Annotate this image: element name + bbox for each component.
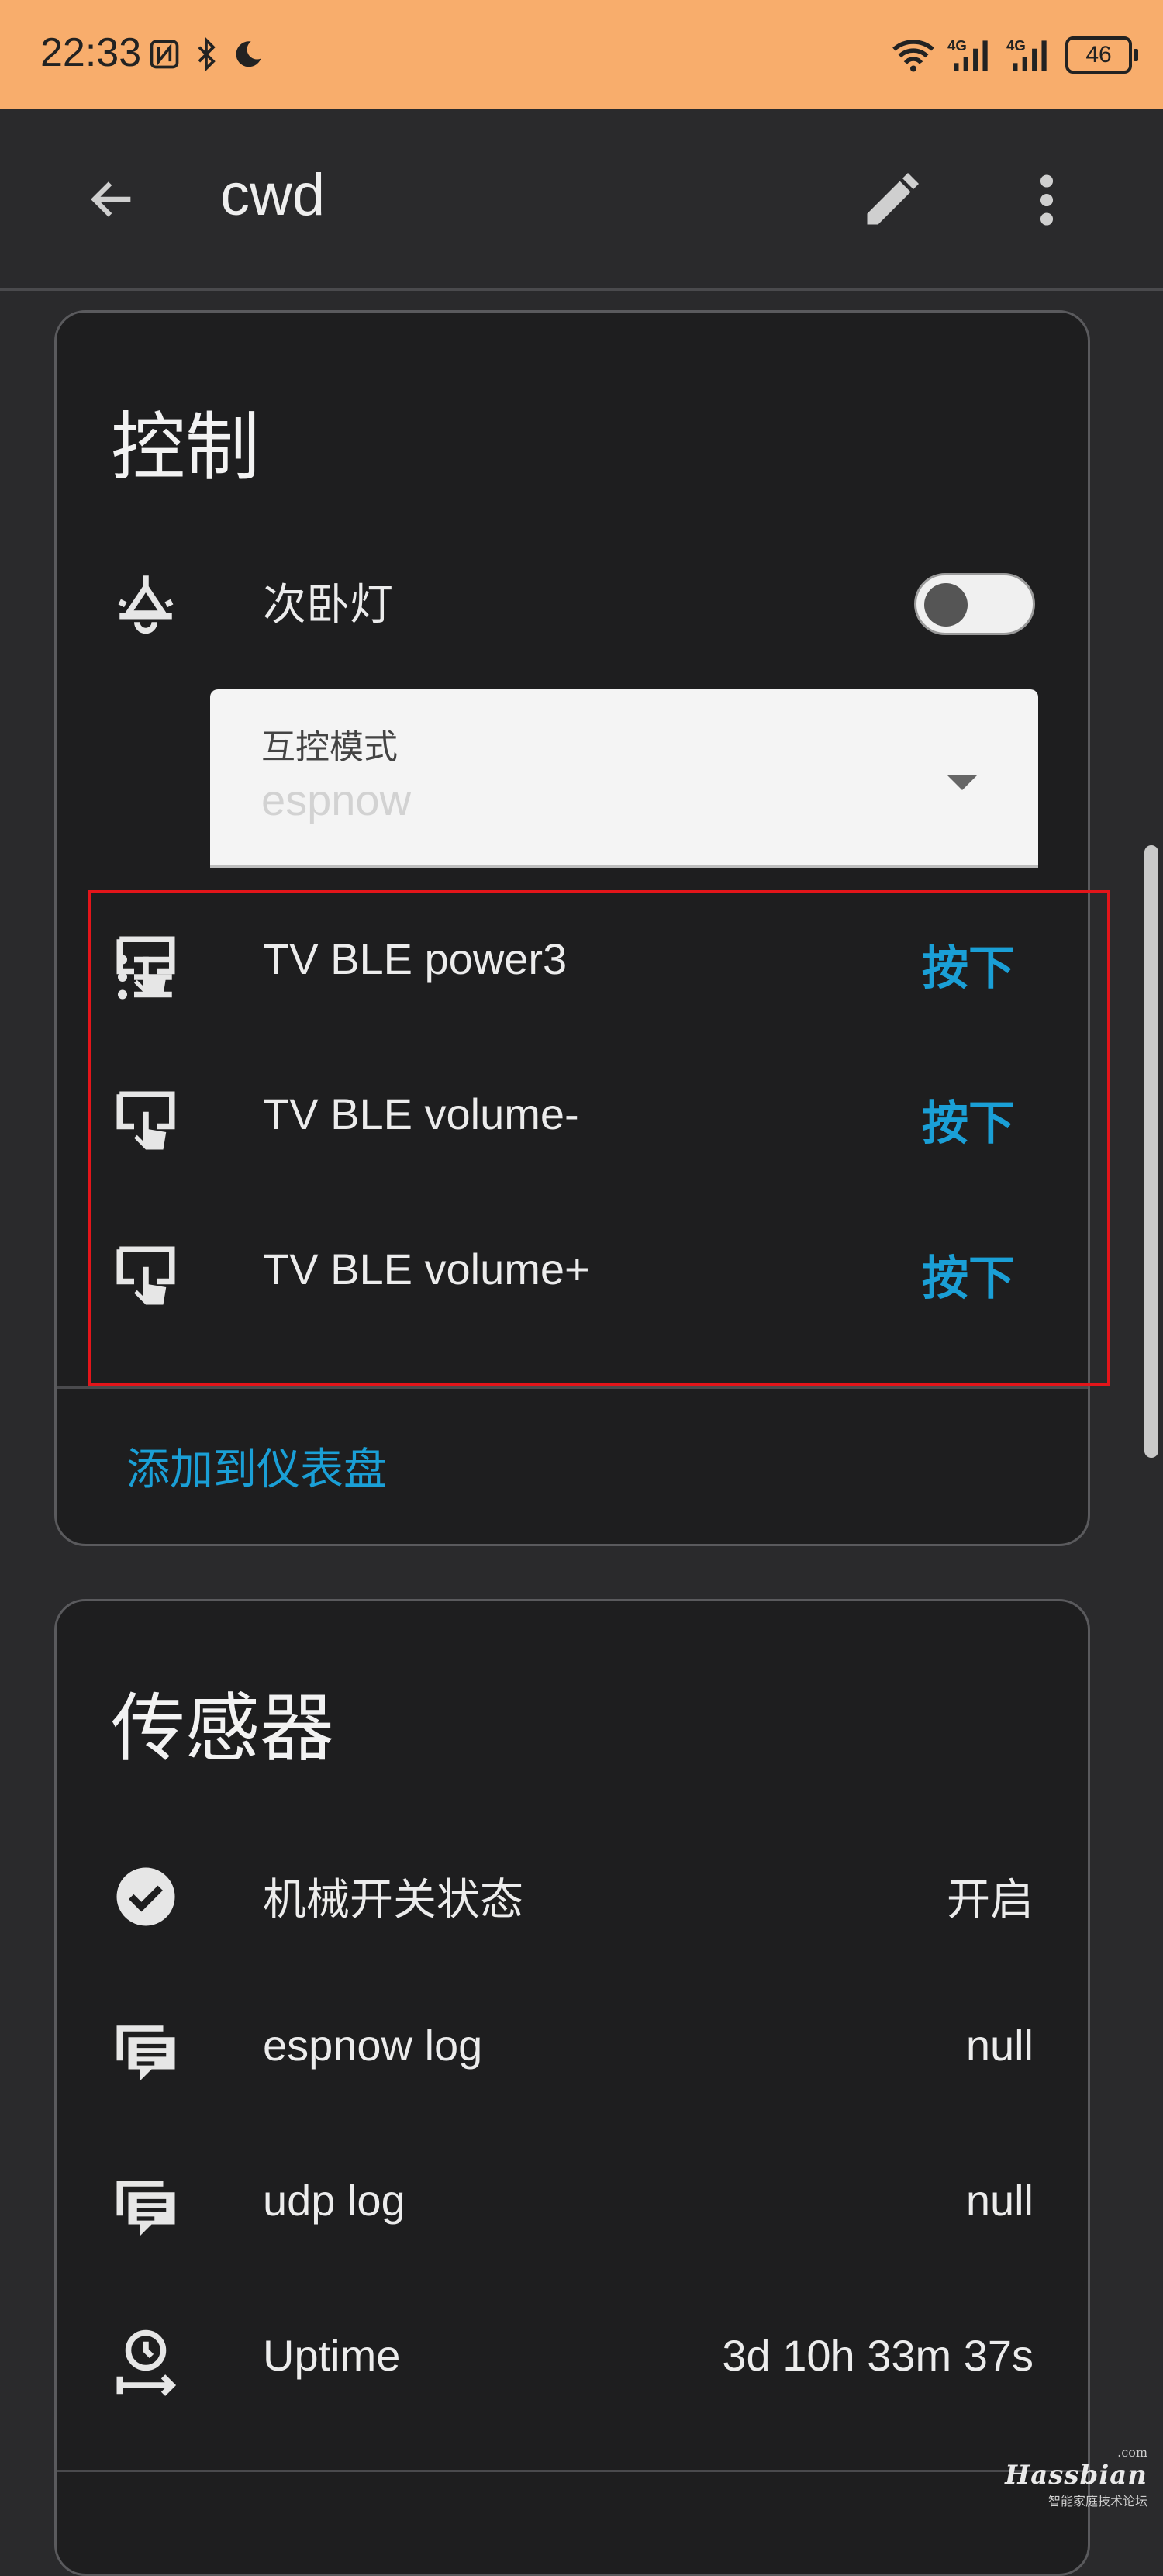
status-left-icons bbox=[147, 31, 265, 78]
controls-card-title: 控制 bbox=[111, 404, 260, 491]
mode-select[interactable]: 互控模式 espnow bbox=[210, 689, 1038, 868]
sensor-value: 3d 10h 33m 37s bbox=[722, 2331, 1034, 2380]
light-row: 次卧灯 bbox=[57, 539, 1088, 655]
status-time: 22:33 bbox=[40, 30, 142, 75]
svg-text:4G: 4G bbox=[1006, 37, 1026, 54]
signal-4g-icon: 4G bbox=[947, 37, 988, 71]
app-bar: cwd bbox=[0, 109, 1163, 288]
status-right-icons: 4G 4G 46 bbox=[890, 28, 1138, 82]
card-divider bbox=[57, 2470, 1088, 2472]
sensor-label: 机械开关状态 bbox=[263, 1875, 523, 1924]
svg-text:4G: 4G bbox=[947, 37, 967, 54]
watermark-tagline: 智能家庭技术论坛 bbox=[1047, 2494, 1147, 2509]
sensor-label: Uptime bbox=[263, 2331, 401, 2380]
sensor-row-udp-log: udp log null bbox=[57, 2144, 1088, 2260]
page-title: cwd bbox=[220, 162, 326, 228]
light-label: 次卧灯 bbox=[263, 580, 393, 629]
message-text-icon bbox=[116, 2025, 175, 2081]
mode-select-label: 互控模式 bbox=[261, 727, 398, 767]
add-to-dashboard-link[interactable]: 添加到仪表盘 bbox=[126, 1435, 387, 1497]
battery-indicator: 46 bbox=[1065, 36, 1138, 74]
check-circle-icon bbox=[116, 1867, 175, 1926]
sensors-card-title: 传感器 bbox=[111, 1685, 334, 1772]
sensor-value: 开启 bbox=[947, 1875, 1034, 1924]
card-divider bbox=[57, 1386, 1088, 1389]
highlight-box bbox=[88, 890, 1110, 1386]
watermark-logo: .com Hassbian 智能家庭技术论坛 bbox=[1005, 2445, 1147, 2509]
sensor-row-switch: 机械开关状态 开启 bbox=[57, 1834, 1088, 1950]
edit-pencil-icon[interactable] bbox=[859, 167, 924, 233]
light-toggle[interactable] bbox=[914, 573, 1035, 635]
signal-4g-icon: 4G bbox=[1006, 37, 1047, 71]
scrollbar[interactable] bbox=[1144, 845, 1158, 1458]
ceiling-light-icon bbox=[118, 575, 174, 634]
sensor-value: null bbox=[965, 2176, 1034, 2225]
sensor-row-uptime: Uptime 3d 10h 33m 37s bbox=[57, 2299, 1088, 2415]
dropdown-arrow-icon bbox=[947, 775, 978, 790]
more-vert-icon[interactable] bbox=[1023, 167, 1070, 233]
watermark-brand: Hassbian bbox=[1005, 2460, 1147, 2491]
moon-icon bbox=[236, 41, 261, 67]
message-text-icon bbox=[116, 2181, 175, 2236]
sensor-label: espnow log bbox=[263, 2021, 483, 2070]
mode-select-value: espnow bbox=[261, 775, 412, 824]
nfc-icon bbox=[150, 40, 179, 69]
bluetooth-icon bbox=[198, 37, 216, 71]
app-bar-divider bbox=[0, 288, 1163, 291]
watermark-domain: .com bbox=[1117, 2445, 1147, 2460]
wifi-icon bbox=[892, 40, 934, 72]
sensors-card: 传感器 机械开关状态 开启 espnow log null udp log nu… bbox=[54, 1599, 1090, 2576]
timer-outline-icon bbox=[116, 2329, 177, 2396]
status-bar: 22:33 4G 4G 46 bbox=[0, 0, 1163, 109]
back-arrow-icon[interactable] bbox=[85, 172, 140, 226]
sensor-label: udp log bbox=[263, 2176, 405, 2225]
sensor-row-espnow-log: espnow log null bbox=[57, 1989, 1088, 2105]
sensor-value: null bbox=[965, 2021, 1034, 2070]
